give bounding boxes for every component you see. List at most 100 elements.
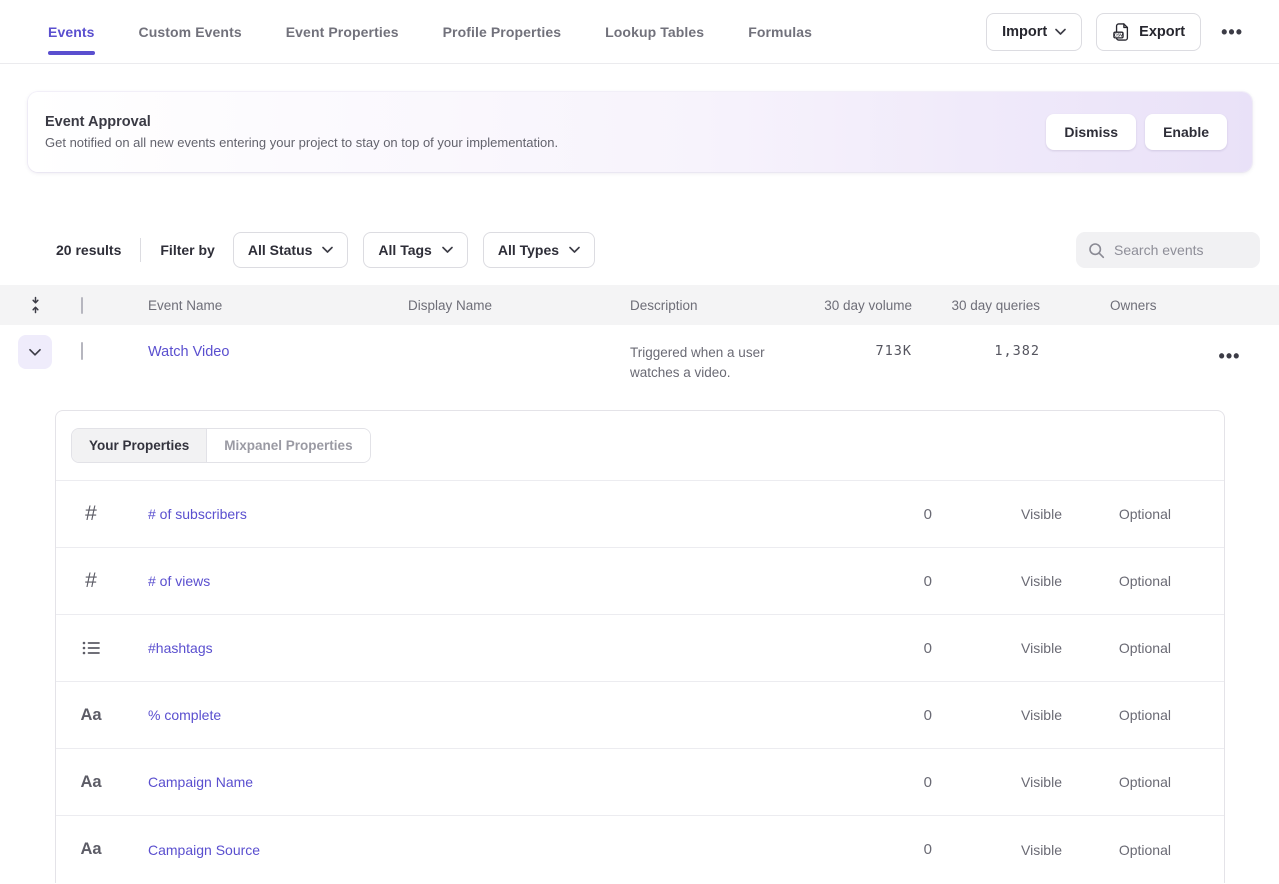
property-link[interactable]: # of views (148, 573, 210, 589)
ellipsis-icon: ••• (1219, 346, 1241, 366)
column-header-event-name: Event Name (100, 298, 408, 313)
property-visibility: Visible (932, 774, 1062, 790)
property-link[interactable]: # of subscribers (148, 506, 247, 522)
chevron-down-icon (442, 246, 453, 254)
properties-panel: Your Properties Mixpanel Properties # # … (55, 410, 1225, 883)
property-value: 0 (872, 506, 932, 523)
divider (140, 238, 141, 262)
banner-title: Event Approval (45, 114, 558, 130)
dismiss-button[interactable]: Dismiss (1046, 114, 1136, 150)
banner-actions: Dismiss Enable (1046, 114, 1227, 150)
tab-your-properties[interactable]: Your Properties (72, 429, 207, 462)
banner-text: Event Approval Get notified on all new e… (45, 114, 558, 150)
search-box (1076, 232, 1260, 268)
event-name-link[interactable]: Watch Video (100, 344, 229, 360)
import-button-label: Import (1002, 24, 1047, 40)
chevron-down-icon (322, 246, 333, 254)
tab-formulas[interactable]: Formulas (748, 0, 812, 64)
top-nav: Events Custom Events Event Properties Pr… (0, 0, 1279, 64)
properties-tab-group: Your Properties Mixpanel Properties (71, 428, 371, 463)
property-visibility: Visible (932, 573, 1062, 589)
tab-custom-events[interactable]: Custom Events (139, 0, 242, 64)
csv-file-icon: CSV (1112, 22, 1131, 42)
tags-filter-label: All Tags (378, 242, 431, 258)
collapse-row-button[interactable] (18, 335, 52, 369)
row-more-button[interactable]: ••• (1213, 343, 1247, 369)
enable-button[interactable]: Enable (1145, 114, 1227, 150)
export-button[interactable]: CSV Export (1096, 13, 1201, 51)
nav-actions: Import CSV Export ••• (986, 13, 1249, 51)
property-link[interactable]: Campaign Name (148, 774, 253, 790)
event-volume: 713K (820, 325, 920, 359)
status-filter-label: All Status (248, 242, 313, 258)
property-visibility: Visible (932, 842, 1062, 858)
tags-filter-dropdown[interactable]: All Tags (363, 232, 467, 268)
tab-profile-properties[interactable]: Profile Properties (443, 0, 562, 64)
property-row: # # of subscribers 0 Visible Optional (56, 481, 1224, 548)
property-requirement: Optional (1062, 506, 1224, 522)
number-icon: # (85, 569, 97, 593)
collapse-all-button[interactable] (0, 296, 70, 314)
event-display-name (408, 325, 630, 343)
property-requirement: Optional (1062, 707, 1224, 723)
property-requirement: Optional (1062, 774, 1224, 790)
property-value: 0 (872, 573, 932, 590)
property-link[interactable]: #hashtags (148, 640, 213, 656)
results-count: 20 results (56, 242, 121, 258)
property-requirement: Optional (1062, 573, 1224, 589)
types-filter-dropdown[interactable]: All Types (483, 232, 595, 268)
chevron-down-icon (29, 348, 41, 357)
property-link[interactable]: % complete (148, 707, 221, 723)
filter-by-label: Filter by (160, 242, 214, 258)
column-header-display-name: Display Name (408, 298, 630, 313)
import-button[interactable]: Import (986, 13, 1082, 51)
select-all-checkbox[interactable] (81, 297, 83, 314)
chevron-down-icon (569, 246, 580, 254)
ellipsis-icon: ••• (1221, 22, 1243, 42)
export-button-label: Export (1139, 24, 1185, 40)
property-row: Aa Campaign Source 0 Visible Optional (56, 816, 1224, 883)
property-requirement: Optional (1062, 842, 1224, 858)
tab-event-properties[interactable]: Event Properties (286, 0, 399, 64)
collapse-all-icon (28, 296, 43, 314)
property-row: Aa Campaign Name 0 Visible Optional (56, 749, 1224, 816)
more-menu-button[interactable]: ••• (1215, 19, 1249, 45)
property-visibility: Visible (932, 707, 1062, 723)
event-description: Triggered when a user watches a video. (630, 325, 820, 383)
chevron-down-icon (1055, 28, 1066, 36)
event-queries: 1,382 (920, 325, 1060, 359)
text-icon: Aa (80, 840, 101, 859)
property-value: 0 (872, 707, 932, 724)
property-value: 0 (872, 640, 932, 657)
text-icon: Aa (80, 773, 101, 792)
property-value: 0 (872, 841, 932, 858)
property-row: # # of views 0 Visible Optional (56, 548, 1224, 615)
number-icon: # (85, 502, 97, 526)
property-visibility: Visible (932, 506, 1062, 522)
status-filter-dropdown[interactable]: All Status (233, 232, 349, 268)
svg-text:CSV: CSV (1114, 32, 1123, 37)
search-input[interactable] (1114, 242, 1248, 258)
column-header-description: Description (630, 298, 820, 313)
tab-events[interactable]: Events (48, 0, 95, 64)
property-visibility: Visible (932, 640, 1062, 656)
types-filter-label: All Types (498, 242, 559, 258)
row-checkbox[interactable] (81, 342, 83, 360)
property-row: Aa % complete 0 Visible Optional (56, 682, 1224, 749)
tab-mixpanel-properties[interactable]: Mixpanel Properties (207, 429, 369, 462)
column-header-volume: 30 day volume (820, 298, 920, 313)
property-row: #hashtags 0 Visible Optional (56, 615, 1224, 682)
tab-lookup-tables[interactable]: Lookup Tables (605, 0, 704, 64)
event-row: Watch Video Triggered when a user watche… (0, 325, 1279, 393)
text-icon: Aa (80, 706, 101, 725)
search-icon (1088, 242, 1105, 259)
property-requirement: Optional (1062, 640, 1224, 656)
event-approval-banner: Event Approval Get notified on all new e… (28, 92, 1252, 172)
lexicon-tabs: Events Custom Events Event Properties Pr… (48, 0, 812, 64)
table-header: Event Name Display Name Description 30 d… (0, 285, 1279, 325)
list-icon (82, 640, 101, 656)
property-link[interactable]: Campaign Source (148, 842, 260, 858)
column-header-owners: Owners (1060, 298, 1180, 313)
filter-bar: 20 results Filter by All Status All Tags… (0, 232, 1279, 268)
property-value: 0 (872, 774, 932, 791)
